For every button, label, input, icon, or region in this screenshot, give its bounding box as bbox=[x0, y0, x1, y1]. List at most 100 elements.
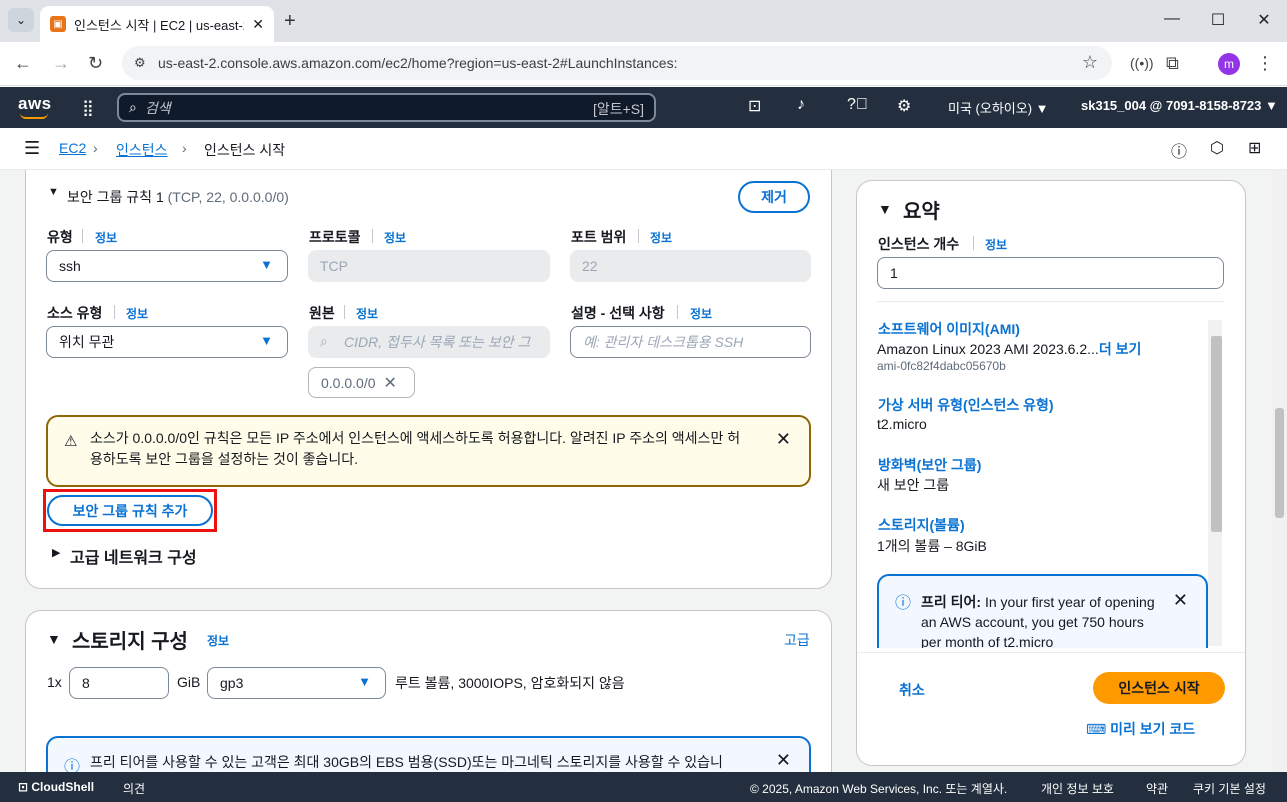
site-info-icon[interactable]: ⚙ bbox=[134, 55, 146, 71]
source-type-label: 소스 유형 bbox=[47, 305, 103, 321]
terms-link[interactable]: 약관 bbox=[1146, 780, 1168, 797]
remove-token-icon[interactable]: ✕ bbox=[384, 373, 397, 393]
source-info-link[interactable]: 정보 bbox=[356, 305, 378, 322]
storage-advanced-link[interactable]: 고급 bbox=[784, 630, 810, 650]
breadcrumb-current: 인스턴스 시작 bbox=[204, 142, 286, 158]
page-scrollbar-thumb[interactable] bbox=[1275, 408, 1284, 518]
forward-icon[interactable]: → bbox=[52, 53, 70, 74]
volume-type-select[interactable]: gp3 ▼ bbox=[207, 667, 386, 699]
caret-down-icon: ▼ bbox=[260, 333, 273, 348]
caret-down-icon[interactable]: ▼ bbox=[47, 631, 61, 647]
source-token: 0.0.0.0/0 ✕ bbox=[308, 367, 415, 398]
summary-firewall-value: 새 보안 그룹 bbox=[877, 477, 950, 493]
ami-more-link[interactable]: 더 보기 bbox=[1099, 341, 1142, 357]
feedback-icon[interactable]: ⊞ bbox=[1248, 138, 1261, 158]
url-field[interactable]: ⚙ us-east-2.console.aws.amazon.com/ec2/h… bbox=[122, 46, 1112, 80]
source-type-select[interactable]: 위치 무관 ▼ bbox=[46, 326, 288, 358]
aws-favicon-icon: ▣ bbox=[50, 16, 66, 32]
feedback-link[interactable]: 의견 bbox=[123, 780, 145, 797]
copyright-text: © 2025, Amazon Web Services, Inc. 또는 계열사… bbox=[750, 782, 1008, 796]
summary-storage-value: 1개의 볼륨 – 8GiB bbox=[877, 538, 987, 554]
bell-icon[interactable]: ♪ bbox=[797, 96, 805, 114]
summary-instance-type-link[interactable]: 가상 서버 유형(인스턴스 유형) bbox=[878, 395, 1054, 415]
menu-dots-icon[interactable]: ⋮ bbox=[1256, 53, 1274, 74]
reload-icon[interactable]: ↻ bbox=[88, 53, 103, 74]
account-menu[interactable]: sk315_004 @ 7091-8158-8723 ▼ bbox=[1081, 98, 1278, 113]
cancel-button[interactable]: 취소 bbox=[899, 680, 925, 700]
back-icon[interactable]: ← bbox=[14, 53, 32, 74]
tab-list-button[interactable]: ⌄ bbox=[8, 8, 34, 32]
minimize-icon[interactable]: — bbox=[1162, 10, 1182, 28]
privacy-link[interactable]: 개인 정보 보호 bbox=[1041, 780, 1114, 797]
maximize-icon[interactable]: ☐ bbox=[1208, 10, 1228, 30]
code-icon: ⌨ bbox=[1086, 721, 1111, 737]
info-panel-icon[interactable]: ⓘ bbox=[1171, 138, 1187, 162]
source-search-input[interactable]: ⌕ CIDR, 접두사 목록 또는 보안 그 bbox=[308, 326, 550, 358]
protocol-info-link[interactable]: 정보 bbox=[384, 229, 406, 246]
storage-free-tier-alert: ⓘ 프리 티어를 사용할 수 있는 고객은 최대 30GB의 EBS 범용(SS… bbox=[46, 736, 811, 772]
notifications-icon[interactable]: ⬡ bbox=[1210, 138, 1224, 158]
hamburger-menu-icon[interactable]: ☰ bbox=[24, 138, 40, 159]
summary-title: 요약 bbox=[903, 201, 940, 223]
advanced-network-toggle[interactable]: 고급 네트워크 구성 bbox=[70, 544, 197, 568]
instance-count-input[interactable]: 1 bbox=[877, 257, 1224, 289]
gear-icon[interactable]: ⚙ bbox=[897, 96, 911, 116]
volume-count: 1x bbox=[47, 674, 62, 690]
aws-logo[interactable]: aws bbox=[18, 94, 52, 119]
info-icon: ⓘ bbox=[64, 759, 81, 772]
help-icon[interactable]: ?⃝ bbox=[847, 96, 868, 114]
port-info-link[interactable]: 정보 bbox=[650, 229, 672, 246]
highlight-box bbox=[43, 489, 217, 532]
type-label: 유형 bbox=[47, 229, 73, 245]
port-range-field: 22 bbox=[570, 250, 811, 282]
browser-tab[interactable]: ▣ 인스턴스 시작 | EC2 | us-east-2 ✕ bbox=[40, 6, 274, 42]
source-type-info-link[interactable]: 정보 bbox=[126, 305, 148, 322]
breadcrumb-ec2[interactable]: EC2 bbox=[59, 140, 86, 156]
caret-down-icon[interactable]: ▼ bbox=[48, 186, 59, 198]
breadcrumb-instances[interactable]: 인스턴스 bbox=[116, 140, 168, 160]
services-grid-icon[interactable]: ⣿ bbox=[82, 98, 94, 118]
summary-scrollbar-thumb[interactable] bbox=[1211, 336, 1222, 532]
close-window-icon[interactable]: ✕ bbox=[1254, 10, 1274, 30]
new-tab-button[interactable]: + bbox=[284, 10, 296, 33]
url-text: us-east-2.console.aws.amazon.com/ec2/hom… bbox=[158, 55, 678, 71]
extension-icon[interactable]: ((•)) bbox=[1130, 55, 1154, 71]
type-select[interactable]: ssh ▼ bbox=[46, 250, 288, 282]
profile-avatar[interactable]: m bbox=[1218, 53, 1240, 75]
storage-title: 스토리지 구성 bbox=[72, 631, 188, 653]
cloudshell-icon[interactable]: ⊡ bbox=[748, 96, 761, 116]
description-info-link[interactable]: 정보 bbox=[690, 305, 712, 322]
instance-count-info-link[interactable]: 정보 bbox=[985, 236, 1007, 253]
summary-firewall-link[interactable]: 방화벽(보안 그룹) bbox=[878, 455, 981, 475]
description-input[interactable]: 예: 관리자 데스크톱용 SSH bbox=[570, 326, 811, 358]
summary-storage-link[interactable]: 스토리지(볼륨) bbox=[878, 515, 965, 535]
protocol-label: 프로토콜 bbox=[309, 229, 361, 245]
cloudshell-link[interactable]: ⊡ CloudShell bbox=[18, 780, 94, 794]
port-range-label: 포트 범위 bbox=[571, 229, 627, 245]
volume-size-input[interactable]: 8 bbox=[69, 667, 169, 699]
close-tab-icon[interactable]: ✕ bbox=[252, 16, 264, 33]
search-input[interactable]: ⌕ 검색 [알트+S] bbox=[117, 93, 656, 122]
search-icon: ⌕ bbox=[129, 99, 137, 115]
close-icon[interactable]: ✕ bbox=[776, 750, 791, 771]
chevron-down-icon: ⌄ bbox=[15, 13, 27, 27]
browser-tab-strip: ⌄ ▣ 인스턴스 시작 | EC2 | us-east-2 ✕ + — ☐ ✕ bbox=[0, 0, 1287, 42]
close-icon[interactable]: ✕ bbox=[776, 429, 791, 450]
address-bar-row: ← → ↻ ⚙ us-east-2.console.aws.amazon.com… bbox=[0, 42, 1287, 86]
cookie-preferences-link[interactable]: 쿠키 기본 설정 bbox=[1193, 780, 1266, 797]
summary-ami-link[interactable]: 소프트웨어 이미지(AMI) bbox=[878, 319, 1020, 339]
launch-instance-button[interactable]: 인스턴스 시작 bbox=[1093, 672, 1225, 704]
puzzle-icon[interactable]: ⧉ bbox=[1166, 53, 1179, 74]
bookmark-star-icon[interactable]: ☆ bbox=[1082, 52, 1098, 73]
warning-text: 소스가 0.0.0.0/0인 규칙은 모든 IP 주소에서 인스턴스에 액세스하… bbox=[90, 430, 741, 467]
close-icon[interactable]: ✕ bbox=[1173, 590, 1188, 610]
warning-icon: ⚠ bbox=[64, 433, 78, 450]
caret-down-icon[interactable]: ▼ bbox=[878, 201, 892, 217]
preview-code-button[interactable]: ⌨ 미리 보기 코드 bbox=[1086, 719, 1195, 739]
region-selector[interactable]: 미국 (오하이오) ▼ bbox=[948, 98, 1049, 117]
caret-right-icon[interactable]: ▶ bbox=[52, 546, 60, 559]
aws-top-nav: aws ⣿ ⌕ 검색 [알트+S] ⊡ ♪ ?⃝ ⚙ 미국 (오하이오) ▼ s… bbox=[0, 87, 1287, 128]
type-info-link[interactable]: 정보 bbox=[95, 229, 117, 246]
storage-info-link[interactable]: 정보 bbox=[207, 632, 229, 649]
remove-rule-button[interactable]: 제거 bbox=[738, 181, 810, 213]
